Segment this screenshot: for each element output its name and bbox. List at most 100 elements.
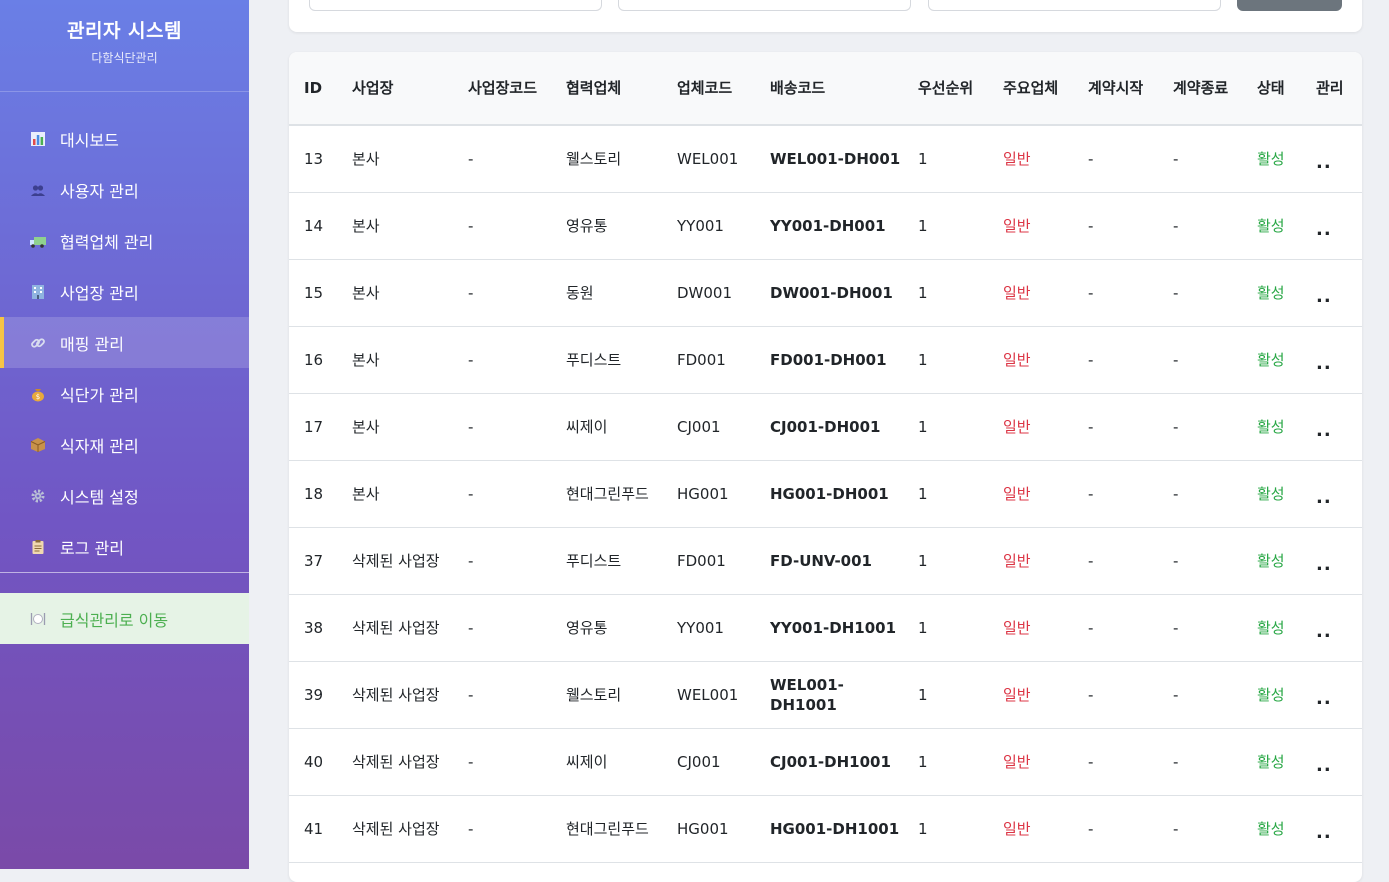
sidebar-item-users[interactable]: 사용자 관리 xyxy=(0,164,249,215)
clipboard-icon xyxy=(29,538,47,556)
more-actions-button[interactable]: .. xyxy=(1316,822,1332,843)
cell-id: 14 xyxy=(304,216,324,235)
sidebar-item-settings[interactable]: 시스템 설정 xyxy=(0,470,249,521)
table-row[interactable]: 39 삭제된 사업장 - 웰스토리 WEL001 WEL001-DH1001 1 일반 - - 활성… xyxy=(289,661,1362,728)
sidebar-item-meal-price[interactable]: $ 식단가 관리 xyxy=(0,368,249,419)
cell-main-vendor: 일반 xyxy=(1003,417,1031,436)
filter-input-1[interactable] xyxy=(309,0,602,11)
building-icon xyxy=(29,283,47,301)
cell-delivery-code: FD-UNV-001 xyxy=(770,551,872,570)
table-row[interactable]: 14 본사 - 영유통 YY001 YY001-DH001 1 일반 - - 활성.. xyxy=(289,192,1362,259)
cell-vendor: 현대그린푸드 xyxy=(566,819,649,838)
more-actions-button[interactable]: .. xyxy=(1316,554,1332,575)
cell-main-vendor: 일반 xyxy=(1003,819,1031,838)
cell-priority: 1 xyxy=(918,484,928,503)
sidebar-item-sites[interactable]: 사업장 관리 xyxy=(0,266,249,317)
cell-status: 활성 xyxy=(1257,216,1285,235)
cell-site: 삭제된 사업장 xyxy=(352,685,440,704)
table-row[interactable]: 18 본사 - 현대그린푸드 HG001 HG001-DH001 1 일반 - - 활성.. xyxy=(289,460,1362,527)
cell-actions: .. xyxy=(1301,259,1362,326)
table-row[interactable]: 41 삭제된 사업장 - 현대그린푸드 HG001 HG001-DH1001 1 일반 - - 활성… xyxy=(289,795,1362,862)
col-header-priority[interactable]: 우선순위 xyxy=(903,52,988,126)
cell-main-vendor: 일반 xyxy=(1003,752,1031,771)
sidebar-item-logs[interactable]: 로그 관리 xyxy=(0,521,249,572)
col-header-vendor[interactable]: 협력업체 xyxy=(551,52,662,126)
table-row[interactable]: 16 본사 - 푸디스트 FD001 FD001-DH001 1 일반 - - 활성.. xyxy=(289,326,1362,393)
col-header-status[interactable]: 상태 xyxy=(1242,52,1301,126)
cell-id: 16 xyxy=(304,350,324,369)
cell-site-code: - xyxy=(468,283,474,302)
filter-input-3[interactable] xyxy=(928,0,1221,11)
col-header-contract-start[interactable]: 계약시작 xyxy=(1073,52,1158,126)
cell-site-code: - xyxy=(468,149,474,168)
cell-status: 활성 xyxy=(1257,484,1285,503)
sidebar-item-mapping[interactable]: 매핑 관리 xyxy=(0,317,249,368)
cell-main-vendor: 일반 xyxy=(1003,685,1031,704)
col-header-site[interactable]: 사업장 xyxy=(337,52,453,126)
col-header-main-vendor[interactable]: 주요업체 xyxy=(988,52,1073,126)
table-header-row: ID 사업장 사업장코드 협력업체 업체코드 배송코드 우선순위 주요업체 계약… xyxy=(289,52,1362,126)
filter-input-2[interactable] xyxy=(618,0,911,11)
cell-delivery-code: WEL001-DH1001 xyxy=(770,675,844,714)
more-actions-button[interactable]: .. xyxy=(1316,621,1332,642)
more-actions-button[interactable]: .. xyxy=(1316,286,1332,307)
cell-vendor: 씨제이 xyxy=(566,752,608,771)
more-actions-button[interactable]: .. xyxy=(1316,353,1332,374)
more-actions-button[interactable]: .. xyxy=(1316,755,1332,776)
table-row[interactable]: 13 본사 - 웰스토리 WEL001 WEL001-DH001 1 일반 - - 활성.. xyxy=(289,125,1362,192)
cell-priority: 1 xyxy=(918,350,928,369)
table-row[interactable]: 15 본사 - 동원 DW001 DW001-DH001 1 일반 - - 활성.. xyxy=(289,259,1362,326)
cell-site: 본사 xyxy=(352,484,380,503)
col-header-delivery-code[interactable]: 배송코드 xyxy=(755,52,903,126)
table-row[interactable]: 37 삭제된 사업장 - 푸디스트 FD001 FD-UNV-001 1 일반 - - 활성.. xyxy=(289,527,1362,594)
cell-contract-start: - xyxy=(1088,417,1094,436)
cell-actions: .. xyxy=(1301,594,1362,661)
cell-site-code: - xyxy=(468,752,474,771)
table-row[interactable]: 40 삭제된 사업장 - 씨제이 CJ001 CJ001-DH1001 1 일반 - - 활성.. xyxy=(289,728,1362,795)
goto-label: 급식관리로 이동 xyxy=(60,610,169,630)
cell-status: 활성 xyxy=(1257,417,1285,436)
more-actions-button[interactable]: .. xyxy=(1316,487,1332,508)
cell-contract-start: - xyxy=(1088,752,1094,771)
gear-icon xyxy=(29,487,47,505)
sidebar-item-vendors[interactable]: 협력업체 관리 xyxy=(0,215,249,266)
cell-vendor: 동원 xyxy=(566,283,594,302)
cell-contract-end: - xyxy=(1173,819,1179,838)
more-actions-button[interactable]: .. xyxy=(1316,219,1332,240)
table-row[interactable]: 38 삭제된 사업장 - 영유통 YY001 YY001-DH1001 1 일반 - - 활성.. xyxy=(289,594,1362,661)
col-header-id[interactable]: ID xyxy=(289,52,337,126)
cell-vendor-code: WEL001 xyxy=(677,149,739,168)
sidebar-item-dashboard[interactable]: 대시보드 xyxy=(0,113,249,164)
col-header-site-code[interactable]: 사업장코드 xyxy=(453,52,551,126)
cell-contract-end: - xyxy=(1173,149,1179,168)
cell-site: 삭제된 사업장 xyxy=(352,819,440,838)
more-actions-button[interactable]: .. xyxy=(1316,688,1332,709)
cell-actions: .. xyxy=(1301,460,1362,527)
sidebar-item-label: 대시보드 xyxy=(60,130,119,150)
col-header-vendor-code[interactable]: 업체코드 xyxy=(662,52,755,126)
cell-contract-end: - xyxy=(1173,216,1179,235)
cell-site-code: - xyxy=(468,417,474,436)
cell-vendor-code: WEL001 xyxy=(677,685,739,704)
more-actions-button[interactable]: .. xyxy=(1316,152,1332,173)
cell-main-vendor: 일반 xyxy=(1003,216,1031,235)
cell-delivery-code: FD001-DH001 xyxy=(770,350,887,369)
filter-card xyxy=(289,0,1362,32)
sidebar-item-ingredients[interactable]: 식자재 관리 xyxy=(0,419,249,470)
cell-vendor: 씨제이 xyxy=(566,417,608,436)
cell-priority: 1 xyxy=(918,685,928,704)
truck-icon xyxy=(29,232,47,250)
cell-vendor-code: FD001 xyxy=(677,551,726,570)
col-header-contract-end[interactable]: 계약종료 xyxy=(1158,52,1242,126)
goto-meal-management-button[interactable]: 급식관리로 이동 xyxy=(0,593,249,644)
cell-vendor-code: FD001 xyxy=(677,350,726,369)
cell-site-code: - xyxy=(468,551,474,570)
more-actions-button[interactable]: .. xyxy=(1316,420,1332,441)
filter-search-button[interactable] xyxy=(1237,0,1342,11)
cell-site-code: - xyxy=(468,819,474,838)
sidebar-item-label: 식단가 관리 xyxy=(60,385,139,405)
cell-delivery-code: HG001-DH1001 xyxy=(770,819,900,838)
table-row[interactable]: 17 본사 - 씨제이 CJ001 CJ001-DH001 1 일반 - - 활성.. xyxy=(289,393,1362,460)
cell-main-vendor: 일반 xyxy=(1003,350,1031,369)
cell-site: 본사 xyxy=(352,350,380,369)
